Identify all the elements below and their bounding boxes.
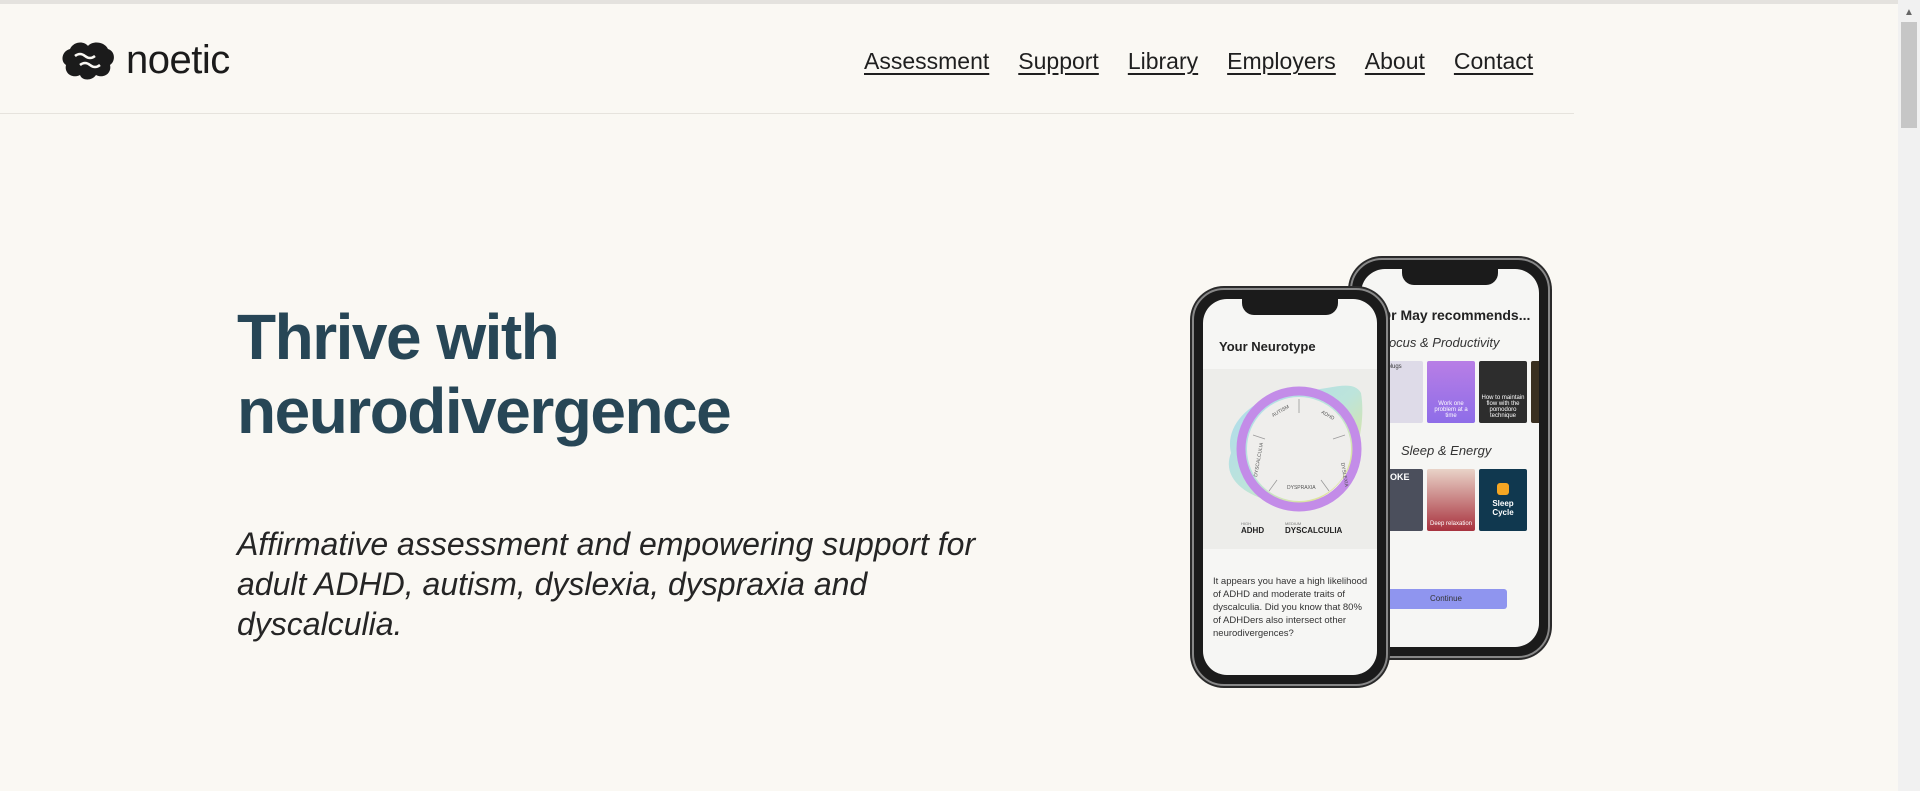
phone-screen: Your Neurotype AUTISM ADHD DYSLEXIA DYSP… [1203, 299, 1377, 675]
wheel-label-dyspraxia: DYSPRAXIA [1287, 485, 1316, 491]
site-header: noetic Assessment Support Library Employ… [0, 4, 1574, 114]
main-nav: Assessment Support Library Employers Abo… [864, 48, 1562, 75]
scroll-up-arrow-icon[interactable]: ▲ [1898, 0, 1920, 22]
thumb-focus-4 [1531, 361, 1539, 423]
result-name: ADHD [1241, 526, 1265, 535]
scrollbar-thumb[interactable] [1901, 22, 1917, 128]
phone-neurotype: Your Neurotype AUTISM ADHD DYSLEXIA DYSP… [1192, 288, 1388, 686]
thumb-label: Work one problem at a time [1434, 401, 1468, 419]
hero-title-line-2: neurodivergence [237, 375, 732, 447]
brand-name: noetic [126, 38, 230, 82]
thumb-label: Sleep Cycle [1492, 499, 1514, 517]
result-name: DYSCALCULIA [1285, 526, 1343, 535]
hero-title-line-1: Thrive with [237, 301, 560, 373]
hero-title: Thrive with neurodivergence [237, 300, 837, 448]
category-sleep: Sleep & Energy [1401, 443, 1492, 458]
result-dyscalculia: MEDIUM DYSCALCULIA [1285, 521, 1342, 535]
neurotype-heading: Your Neurotype [1219, 339, 1316, 354]
nav-library[interactable]: Library [1128, 48, 1198, 75]
hero-subtitle: Affirmative assessment and empowering su… [237, 526, 976, 642]
neurotype-description: It appears you have a high likelihood of… [1213, 576, 1368, 639]
app-phones-image: Dr May recommends... Focus & Productivit… [1170, 244, 1560, 709]
thumb-label: How to maintain flow with the pomodoro t… [1481, 395, 1525, 419]
thumb-sleep-cycle: Sleep Cycle [1479, 469, 1527, 531]
nav-contact[interactable]: Contact [1454, 48, 1533, 75]
nav-about[interactable]: About [1365, 48, 1425, 75]
phone-notch [1242, 299, 1338, 315]
category-focus: Focus & Productivity [1381, 335, 1500, 350]
recommendations-heading: Dr May recommends... [1381, 307, 1531, 323]
thumb-focus-2: Work one problem at a time [1427, 361, 1475, 423]
thumb-label: Deep relaxation [1429, 521, 1473, 527]
thumb-sleep-2: Deep relaxation [1427, 469, 1475, 531]
nav-employers[interactable]: Employers [1227, 48, 1336, 75]
result-adhd: HIGH ADHD [1241, 521, 1264, 535]
thumb-focus-3: How to maintain flow with the pomodoro t… [1479, 361, 1527, 423]
nav-support[interactable]: Support [1018, 48, 1099, 75]
continue-button[interactable]: Continue [1385, 589, 1507, 609]
brain-logo-icon [62, 42, 114, 79]
alarm-icon [1497, 483, 1509, 495]
neurotype-wheel-panel: AUTISM ADHD DYSLEXIA DYSPRAXIA DYSCALCUL… [1203, 369, 1377, 549]
phone-notch [1402, 269, 1498, 285]
nav-assessment[interactable]: Assessment [864, 48, 989, 75]
logo[interactable]: noetic [60, 38, 230, 83]
